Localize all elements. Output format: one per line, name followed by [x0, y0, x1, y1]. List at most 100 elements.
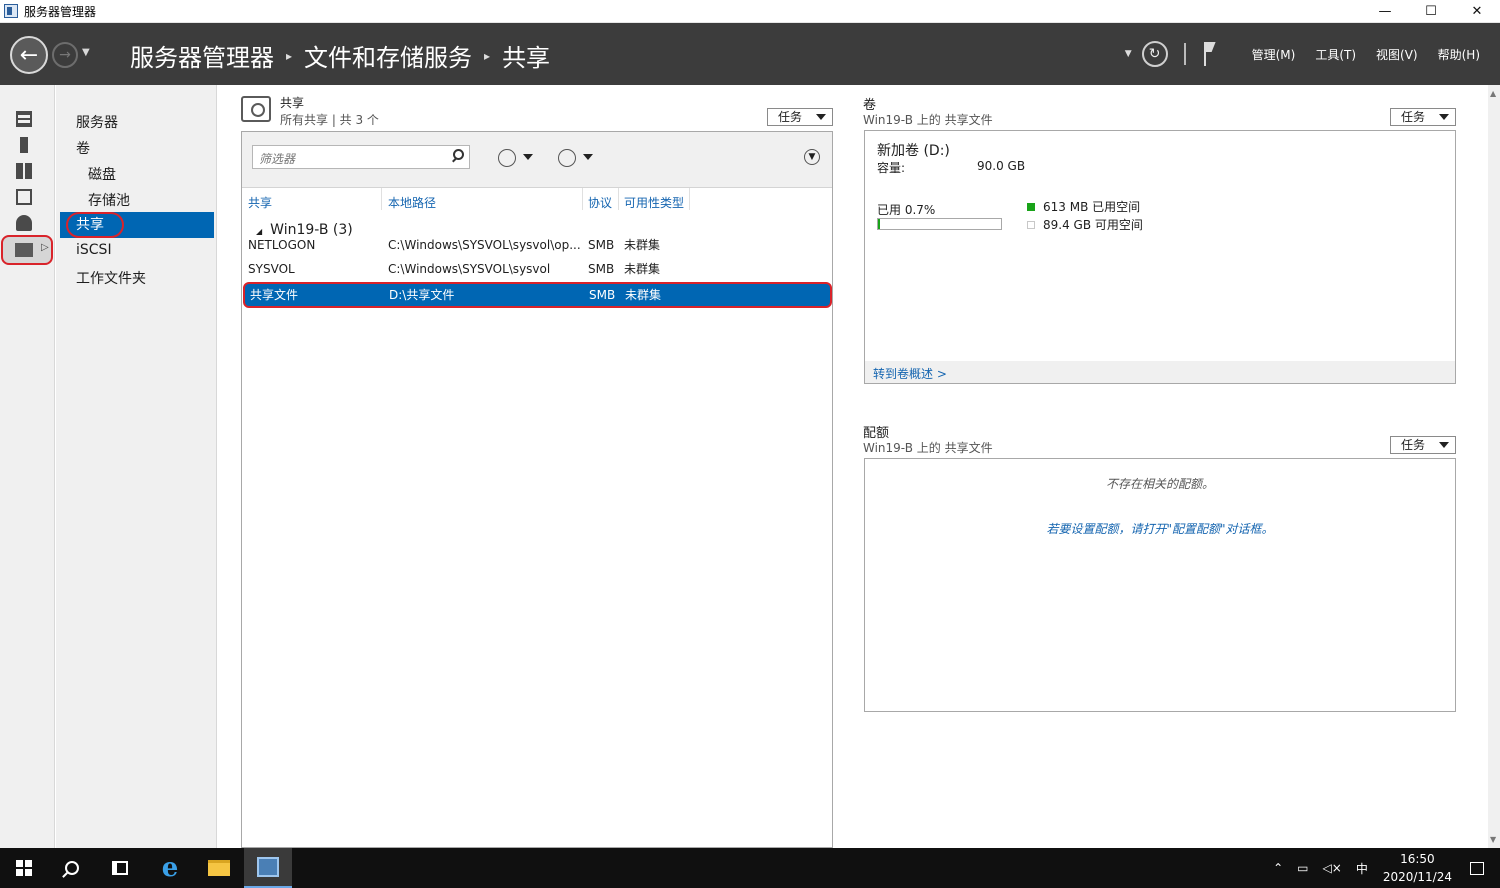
free-swatch-icon: [1027, 221, 1035, 229]
window-title: 服务器管理器: [24, 4, 97, 19]
taskbar: e ⌃ ▭ ◁× 中 16:50 2020/11/24: [0, 848, 1500, 888]
legend-free: 89.4 GB 可用空间: [1027, 216, 1143, 233]
quota-card: 不存在相关的配额。 若要设置配额，请打开"配置配额"对话框。: [864, 458, 1456, 712]
used-space-text: 613 MB 已用空间: [1043, 200, 1141, 214]
collapse-toggle-icon[interactable]: ▼: [804, 149, 820, 165]
breadcrumb-separator-icon: ▸: [286, 48, 293, 63]
volume-section-subtitle: Win19-B 上的 共享文件: [863, 113, 993, 127]
table-row[interactable]: SYSVOL C:\Windows\SYSVOL\sysvol SMB 未群集: [242, 257, 832, 281]
usage-bar-fill: [878, 219, 880, 229]
quota-tasks-button[interactable]: 任务: [1390, 436, 1456, 454]
used-swatch-icon: [1027, 203, 1035, 211]
menu-manage[interactable]: 管理(M): [1252, 46, 1296, 63]
shares-grid: 筛选器 ▼ 共享 本地路径 协议 可用性类型 ◢ Win19-B (3) NETL…: [241, 131, 833, 848]
volume-muted-icon[interactable]: ◁×: [1323, 861, 1342, 875]
cell-protocol: SMB: [589, 288, 616, 302]
local-server-icon[interactable]: [20, 137, 28, 153]
nav-item-disks[interactable]: 磁盘: [88, 164, 116, 184]
filter-placeholder: 筛选器: [259, 152, 296, 166]
table-row[interactable]: NETLOGON C:\Windows\SYSVOL\sysvol\op... …: [242, 233, 832, 257]
nav-item-iscsi[interactable]: iSCSI: [76, 242, 112, 258]
title-bar: 服务器管理器 — ☐ ✕: [0, 0, 1500, 23]
nav-item-storage-pools[interactable]: 存储池: [88, 190, 130, 210]
dns-icon[interactable]: [16, 215, 32, 231]
arrow-right-icon: →: [59, 47, 71, 63]
column-divider: [618, 188, 619, 210]
window-controls: — ☐ ✕: [1362, 0, 1500, 23]
filter-input[interactable]: 筛选器: [252, 145, 470, 169]
volume-overview-link[interactable]: 转到卷概述 >: [865, 361, 1455, 383]
dashboard-icon[interactable]: [16, 111, 32, 127]
search-icon[interactable]: [453, 149, 464, 160]
file-storage-services-button[interactable]: ▷: [1, 235, 53, 265]
action-center-icon[interactable]: [1470, 861, 1484, 875]
list-view-dropdown-icon[interactable]: [523, 154, 533, 160]
cell-share: 共享文件: [250, 288, 299, 302]
clock-date: 2020/11/24: [1382, 870, 1452, 884]
server-manager-icon: [4, 4, 18, 18]
divider: [1183, 43, 1186, 65]
quota-configure-link[interactable]: 若要设置配额，请打开"配置配额"对话框。: [865, 520, 1455, 537]
back-button[interactable]: ←: [10, 36, 48, 74]
save-query-icon[interactable]: [558, 149, 576, 167]
quota-empty-message: 不存在相关的配额。: [1105, 477, 1214, 491]
shares-toolbar: 筛选器 ▼: [242, 132, 832, 188]
column-header-path[interactable]: 本地路径: [388, 194, 436, 211]
menu-tools[interactable]: 工具(T): [1315, 46, 1356, 63]
nav-item-servers[interactable]: 服务器: [76, 112, 118, 132]
server-manager-taskbar-button[interactable]: [244, 848, 292, 888]
clock[interactable]: 16:50 2020/11/24: [1383, 850, 1452, 886]
refresh-button[interactable]: ↻: [1141, 41, 1168, 67]
ime-indicator[interactable]: 中: [1356, 860, 1368, 877]
search-button[interactable]: [48, 848, 96, 888]
all-servers-icon[interactable]: [16, 163, 32, 179]
history-dropdown-icon[interactable]: ▼: [82, 47, 90, 58]
scroll-down-icon[interactable]: ▼: [1490, 835, 1496, 844]
save-query-dropdown-icon[interactable]: [583, 154, 593, 160]
cell-path: D:\共享文件: [389, 288, 455, 302]
internet-explorer-button[interactable]: e: [146, 848, 194, 888]
maximize-button[interactable]: ☐: [1408, 0, 1454, 23]
internet-explorer-icon: e: [161, 853, 179, 883]
list-view-icon[interactable]: [498, 149, 516, 167]
column-header-availability[interactable]: 可用性类型: [624, 194, 684, 211]
forward-button[interactable]: →: [52, 42, 78, 68]
volume-tasks-button[interactable]: 任务: [1390, 108, 1456, 126]
chevron-down-icon[interactable]: ▼: [1125, 49, 1132, 59]
header-actions: ▼ ↻ 管理(M) 工具(T) 视图(V) 帮助(H): [1125, 39, 1480, 69]
cell-availability: 未群集: [625, 288, 662, 302]
breadcrumb-item[interactable]: 服务器管理器: [130, 38, 274, 73]
menu-view[interactable]: 视图(V): [1376, 46, 1418, 63]
notifications-flag-icon[interactable]: [1202, 42, 1218, 66]
network-icon[interactable]: ▭: [1297, 861, 1308, 875]
expand-arrow-icon: ▷: [41, 242, 49, 253]
menu-help[interactable]: 帮助(H): [1438, 46, 1480, 63]
ad-ds-icon[interactable]: [16, 189, 32, 205]
nav-item-work-folders[interactable]: 工作文件夹: [76, 268, 146, 288]
volume-name: 新加卷 (D:): [877, 143, 950, 159]
nav-item-volumes[interactable]: 卷: [76, 138, 90, 158]
nav-item-shares[interactable]: 共享: [60, 212, 214, 238]
highlight-ring: [66, 212, 124, 238]
vertical-scrollbar[interactable]: ▲ ▼: [1488, 85, 1500, 848]
column-header-protocol[interactable]: 协议: [588, 194, 612, 211]
task-view-button[interactable]: [96, 848, 144, 888]
scroll-up-icon[interactable]: ▲: [1490, 89, 1496, 98]
shares-tasks-button[interactable]: 任务: [767, 108, 833, 126]
close-button[interactable]: ✕: [1454, 0, 1500, 23]
breadcrumb-item[interactable]: 共享: [502, 38, 550, 73]
column-header-share[interactable]: 共享: [248, 194, 272, 211]
cell-availability: 未群集: [624, 262, 661, 276]
cell-protocol: SMB: [588, 262, 615, 276]
cell-availability: 未群集: [624, 238, 661, 252]
file-explorer-button[interactable]: [195, 848, 243, 888]
table-row-selected[interactable]: 共享文件 D:\共享文件 SMB 未群集: [243, 282, 832, 308]
minimize-button[interactable]: —: [1362, 0, 1408, 23]
cell-protocol: SMB: [588, 238, 615, 252]
header-bar: ← → ▼ 服务器管理器 ▸ 文件和存储服务 ▸ 共享 ▼ ↻ 管理(M) 工具…: [0, 23, 1500, 85]
capacity-value: 90.0 GB: [977, 159, 1026, 173]
start-button[interactable]: [0, 848, 48, 888]
show-hidden-icons-icon[interactable]: ⌃: [1273, 861, 1283, 875]
breadcrumb-item[interactable]: 文件和存储服务: [304, 38, 472, 73]
clock-time: 16:50: [1400, 852, 1435, 866]
